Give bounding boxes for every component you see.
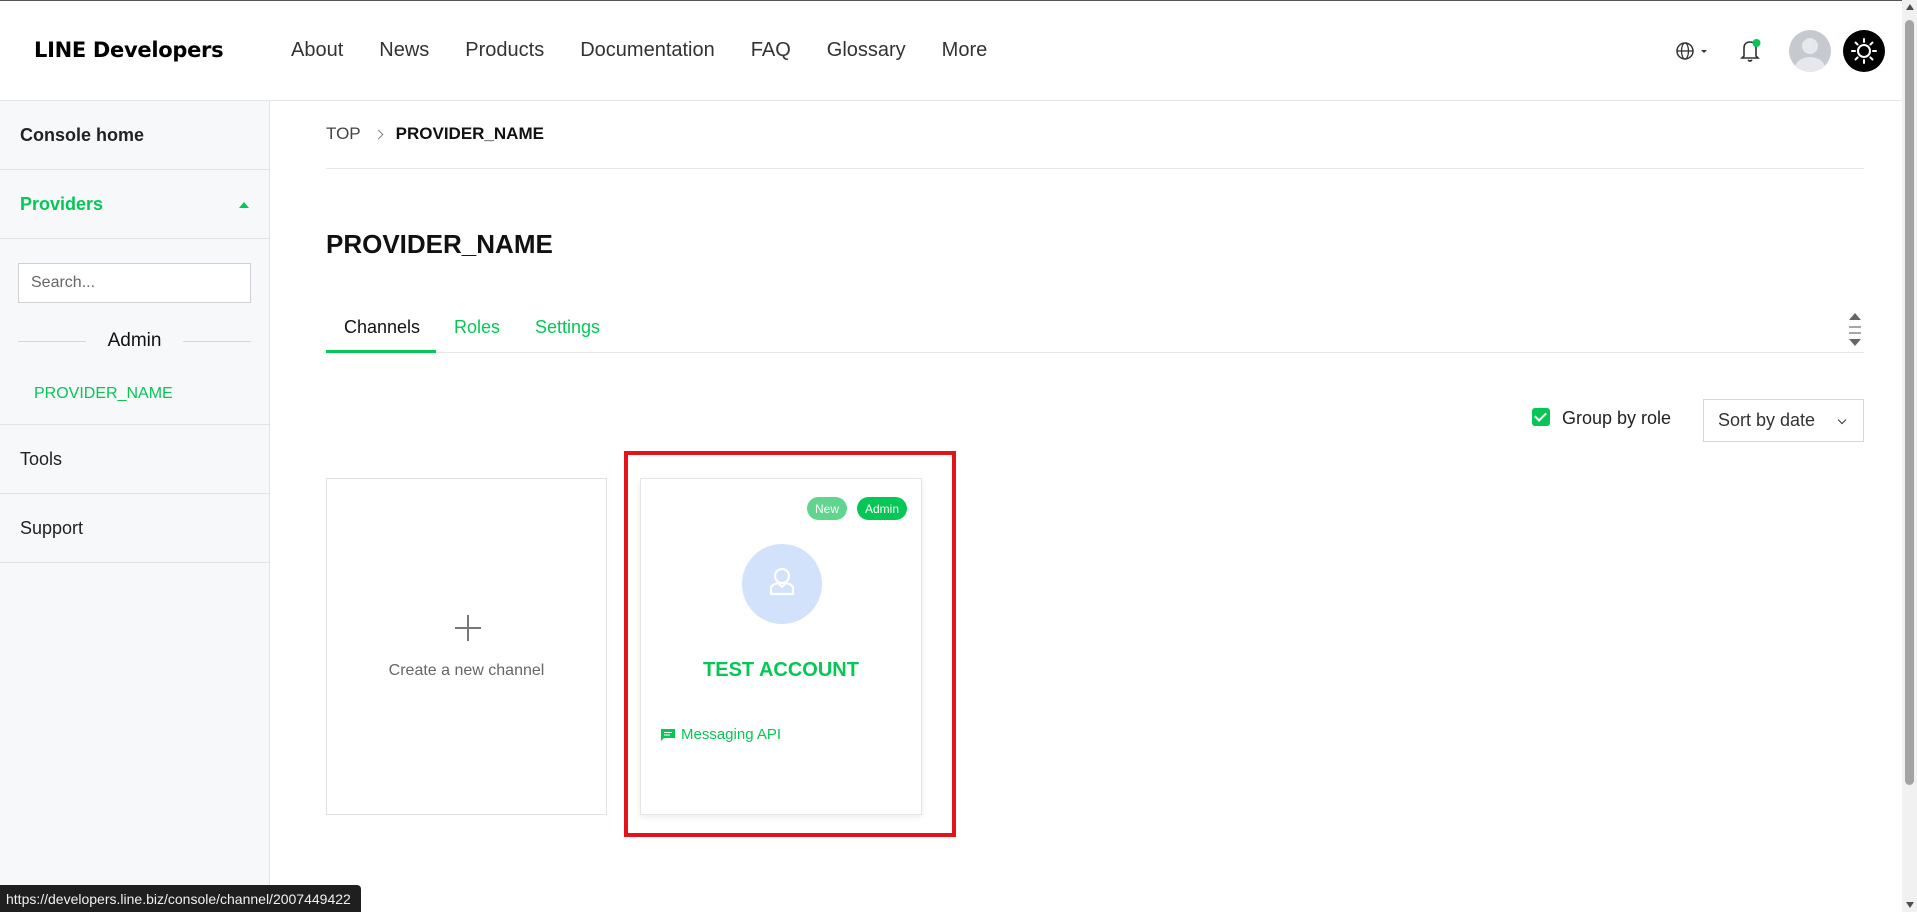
group-by-role-checkbox[interactable]: [1532, 407, 1550, 426]
sort-select[interactable]: Sort by date: [1703, 399, 1864, 442]
reorder-handle[interactable]: [1848, 311, 1862, 351]
tab-channels[interactable]: Channels: [344, 317, 420, 338]
divider: [326, 168, 1864, 169]
create-channel-label: Create a new channel: [388, 662, 545, 679]
page-scrollbar[interactable]: [1902, 0, 1917, 912]
admin-group-label: Admin: [107, 330, 162, 351]
channel-card[interactable]: New Admin TEST ACCOUNT Messaging API: [640, 478, 922, 815]
channel-name: TEST ACCOUNT: [703, 659, 859, 681]
active-tab-indicator: [326, 350, 436, 353]
sun-icon: [1851, 38, 1877, 64]
new-badge: New: [807, 497, 847, 520]
nav-news[interactable]: News: [379, 39, 429, 62]
breadcrumb-current: PROVIDER_NAME: [395, 124, 544, 143]
breadcrumb: TOP PROVIDER_NAME: [326, 124, 544, 144]
nav-products[interactable]: Products: [465, 39, 544, 62]
language-selector[interactable]: [1675, 39, 1709, 63]
scroll-up-icon[interactable]: [1906, 4, 1914, 10]
message-icon: [661, 728, 675, 741]
sort-arrows-icon: [1849, 313, 1861, 346]
scroll-down-icon[interactable]: [1906, 902, 1914, 908]
group-by-role-label: Group by role: [1562, 408, 1672, 428]
channel-type: Messaging API: [661, 726, 781, 743]
page-title: PROVIDER_NAME: [326, 229, 553, 259]
tab-roles[interactable]: Roles: [454, 317, 500, 338]
channel-type-label: Messaging API: [681, 726, 782, 743]
group-by-role-toggle[interactable]: Group by role: [1532, 407, 1672, 429]
logo[interactable]: LINE Developers: [34, 38, 224, 62]
scrollbar-thumb[interactable]: [1905, 20, 1914, 785]
admin-group-divider: Admin: [18, 326, 252, 356]
sidebar-item-support[interactable]: Support: [0, 494, 269, 563]
sidebar-item-label: Providers: [20, 193, 104, 214]
top-header: LINE Developers About News Products Docu…: [0, 0, 1902, 101]
notifications-button[interactable]: [1738, 37, 1762, 65]
nav-glossary[interactable]: Glossary: [827, 39, 906, 62]
sidebar-item-tools[interactable]: Tools: [0, 425, 269, 494]
sort-select-value: Sort by date: [1718, 410, 1816, 430]
channel-avatar: [742, 544, 822, 624]
providers-panel: Admin PROVIDER_NAME: [0, 239, 269, 425]
caret-up-icon: [239, 202, 249, 208]
divider: [18, 340, 86, 342]
nav-documentation[interactable]: Documentation: [580, 39, 715, 62]
nav-faq[interactable]: FAQ: [751, 39, 791, 62]
main-nav: About News Products Documentation FAQ Gl…: [291, 39, 1023, 62]
link-preview-status: https://developers.line.biz/console/chan…: [0, 885, 361, 912]
bell-icon: [1740, 39, 1761, 62]
theme-toggle[interactable]: [1843, 30, 1885, 72]
admin-badge: Admin: [857, 497, 907, 520]
chevron-down-icon: [1837, 415, 1847, 425]
user-avatar[interactable]: [1789, 30, 1831, 72]
breadcrumb-top[interactable]: TOP: [326, 124, 361, 144]
provider-search-input[interactable]: [18, 263, 251, 303]
sidebar: Console home Providers Admin PROVIDER_NA…: [0, 101, 270, 912]
user-icon: [769, 567, 795, 596]
sidebar-item-provider[interactable]: PROVIDER_NAME: [34, 385, 173, 403]
tab-settings[interactable]: Settings: [535, 317, 600, 338]
globe-icon: [1676, 42, 1707, 60]
nav-about[interactable]: About: [291, 39, 343, 62]
tab-bar: Channels Roles Settings: [326, 310, 1864, 353]
nav-more[interactable]: More: [942, 39, 988, 62]
sidebar-item-console-home[interactable]: Console home: [0, 101, 269, 170]
plus-icon: [455, 615, 481, 641]
user-icon: [1795, 38, 1825, 72]
chevron-right-icon: [373, 129, 384, 139]
sidebar-item-providers[interactable]: Providers: [0, 170, 269, 239]
divider: [183, 340, 252, 342]
create-channel-card[interactable]: Create a new channel: [326, 478, 607, 815]
